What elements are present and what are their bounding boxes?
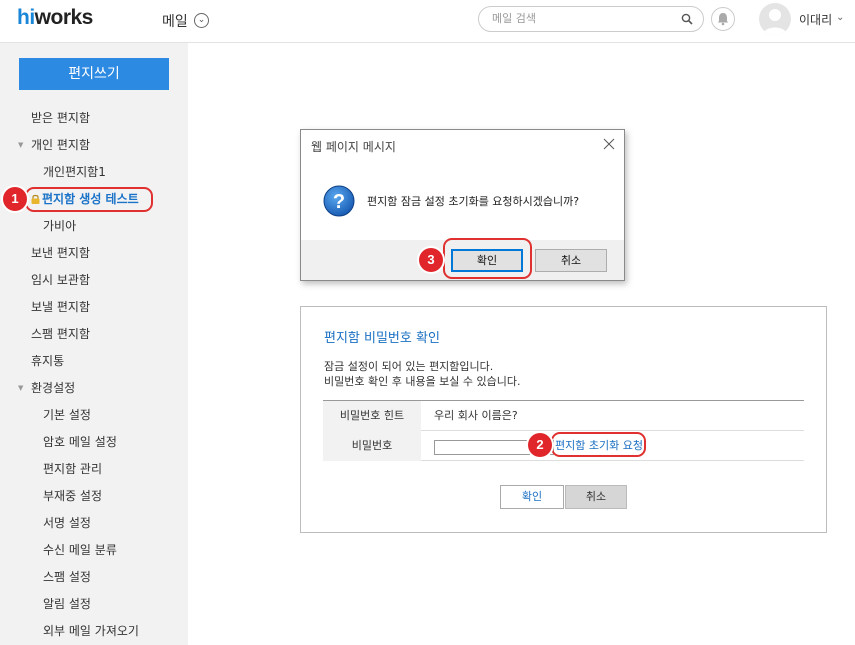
password-check-panel: 편지함 비밀번호 확인 잠금 설정이 되어 있는 편지함입니다. 비밀번호 확인… xyxy=(300,306,827,533)
password-label: 비밀번호 xyxy=(323,431,421,461)
panel-cancel-button[interactable]: 취소 xyxy=(565,485,627,509)
sidebar-item-personal-folders[interactable]: 개인 편지함 xyxy=(31,135,90,155)
question-icon: ? xyxy=(323,185,355,217)
step-badge-2: 2 xyxy=(528,433,552,457)
sidebar-item-notification-settings[interactable]: 알림 설정 xyxy=(43,594,91,614)
sidebar-item-gabia[interactable]: 가비아 xyxy=(43,216,76,236)
panel-ok-button[interactable]: 확인 xyxy=(500,485,564,509)
logo-prefix: hi xyxy=(17,6,35,29)
app-title[interactable]: 메일 xyxy=(162,11,188,31)
top-header: hiworks 메일 ⌄ 이대리 ⌄ xyxy=(0,0,855,43)
close-icon[interactable] xyxy=(603,138,615,150)
panel-description-line2: 비밀번호 확인 후 내용을 보실 수 있습니다. xyxy=(324,375,521,388)
search-icon[interactable] xyxy=(681,13,693,25)
sidebar-item-inbox[interactable]: 받은 편지함 xyxy=(31,108,90,128)
compose-button[interactable]: 편지쓰기 xyxy=(19,58,169,90)
sidebar-item-encrypted-mail[interactable]: 암호 메일 설정 xyxy=(43,432,117,452)
step-badge-1: 1 xyxy=(3,187,27,211)
sidebar-item-spam[interactable]: 스팸 편지함 xyxy=(31,324,90,344)
sidebar-item-away-settings[interactable]: 부재중 설정 xyxy=(43,486,102,506)
svg-text:?: ? xyxy=(333,191,345,213)
sidebar-item-settings[interactable]: 환경설정 xyxy=(31,378,75,398)
sidebar-item-signature[interactable]: 서명 설정 xyxy=(43,513,91,533)
dialog-message: 편지함 잠금 설정 초기화를 요청하시겠습니까? xyxy=(367,195,580,208)
sidebar-item-mail-filter[interactable]: 수신 메일 분류 xyxy=(43,540,117,560)
highlight-outline xyxy=(25,187,153,212)
panel-title: 편지함 비밀번호 확인 xyxy=(324,331,440,346)
dialog-cancel-button[interactable]: 취소 xyxy=(535,249,607,272)
step-badge-3: 3 xyxy=(419,248,443,272)
caret-down-icon[interactable]: ▼ xyxy=(18,378,23,398)
hint-row: 비밀번호 힌트 우리 회사 이름은? xyxy=(323,401,804,431)
notification-bell-icon[interactable] xyxy=(711,7,735,31)
sidebar-item-personal-folder-1[interactable]: 개인편지함1 xyxy=(43,162,106,182)
sidebar-item-spam-settings[interactable]: 스팸 설정 xyxy=(43,567,91,587)
sidebar-item-basic-settings[interactable]: 기본 설정 xyxy=(43,405,91,425)
highlight-outline xyxy=(551,432,646,457)
sidebar-item-drafts[interactable]: 임시 보관함 xyxy=(31,270,90,290)
highlight-outline xyxy=(443,238,532,279)
sidebar-item-external-mail[interactable]: 외부 메일 가져오기 xyxy=(43,621,139,641)
user-menu-chevron-icon[interactable]: ⌄ xyxy=(836,12,844,23)
sidebar-item-outbox[interactable]: 보낼 편지함 xyxy=(31,297,90,317)
hint-value: 우리 회사 이름은? xyxy=(434,409,518,422)
sidebar-item-sent[interactable]: 보낸 편지함 xyxy=(31,243,90,263)
sidebar-item-folder-management[interactable]: 편지함 관리 xyxy=(43,459,102,479)
caret-down-icon[interactable]: ▼ xyxy=(18,135,23,155)
panel-description-line1: 잠금 설정이 되어 있는 편지함입니다. xyxy=(324,360,494,373)
hiworks-logo[interactable]: hiworks xyxy=(17,6,93,30)
user-name[interactable]: 이대리 xyxy=(799,11,832,28)
dialog-title: 웹 페이지 메시지 xyxy=(311,140,396,154)
avatar[interactable] xyxy=(759,3,791,35)
sidebar-item-trash[interactable]: 휴지통 xyxy=(31,351,64,371)
hint-label: 비밀번호 힌트 xyxy=(323,401,421,431)
search-input[interactable] xyxy=(492,12,672,25)
search-box xyxy=(478,6,704,32)
logo-suffix: works xyxy=(34,6,94,29)
chevron-down-icon[interactable]: ⌄ xyxy=(194,13,209,28)
